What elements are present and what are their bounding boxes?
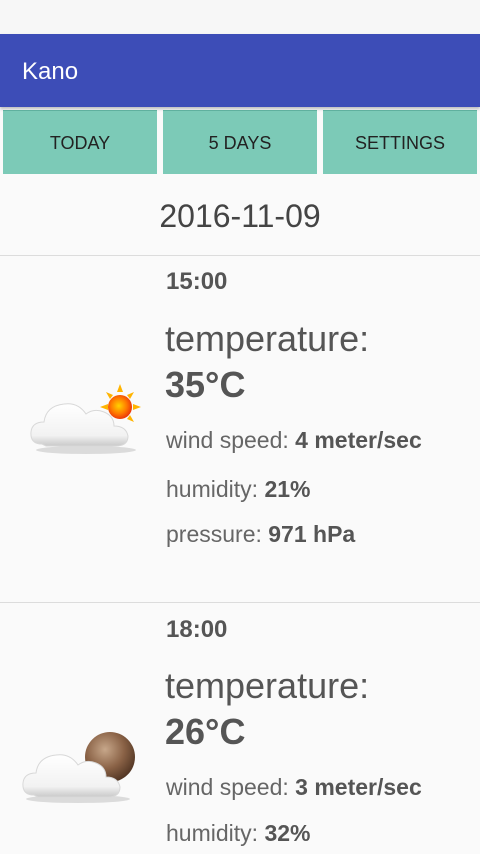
wind-speed-row: wind speed: 4 meter/sec [166,427,422,454]
status-bar [0,0,480,34]
forecast-item-1800[interactable]: 18:00 temperature: 26°C wind speed: 3 me… [0,603,480,854]
pressure-value: 971 hPa [268,521,356,547]
wind-speed-value: 4 meter/sec [295,427,422,453]
tab-settings[interactable]: SETTINGS [323,110,477,174]
temperature-value: 35°C [165,364,246,405]
app-title: Kano [22,58,79,85]
forecast-time: 18:00 [166,616,228,643]
humidity-row: humidity: 32% [166,820,310,847]
wind-speed-row: wind speed: 3 meter/sec [166,774,422,801]
pressure-row: pressure: 971 hPa [166,521,355,548]
forecast-time: 15:00 [166,268,228,295]
humidity-row: humidity: 21% [166,476,310,503]
tab-5-days[interactable]: 5 DAYS [163,110,317,174]
pressure-label: pressure: [166,521,262,547]
temperature-label: temperature: [165,318,370,359]
cloud-sun-icon [30,384,141,454]
app-bar: Kano [0,34,480,107]
wind-speed-label: wind speed: [166,774,289,800]
temperature-value: 26°C [165,711,246,752]
humidity-value: 32% [264,820,311,846]
tab-bar: TODAY 5 DAYS SETTINGS [0,110,480,174]
humidity-value: 21% [264,476,311,502]
cloud-moon-icon [22,732,135,803]
wind-speed-value: 3 meter/sec [295,774,422,800]
humidity-label: humidity: [166,820,259,846]
tab-today[interactable]: TODAY [3,110,157,174]
forecast-item-1500[interactable]: 15:00 temperature: 35°C wind speed: 4 me… [0,256,480,602]
forecast-date: 2016-11-09 [159,198,321,234]
wind-speed-label: wind speed: [166,427,289,453]
humidity-label: humidity: [166,476,259,502]
temperature-label: temperature: [165,665,370,706]
